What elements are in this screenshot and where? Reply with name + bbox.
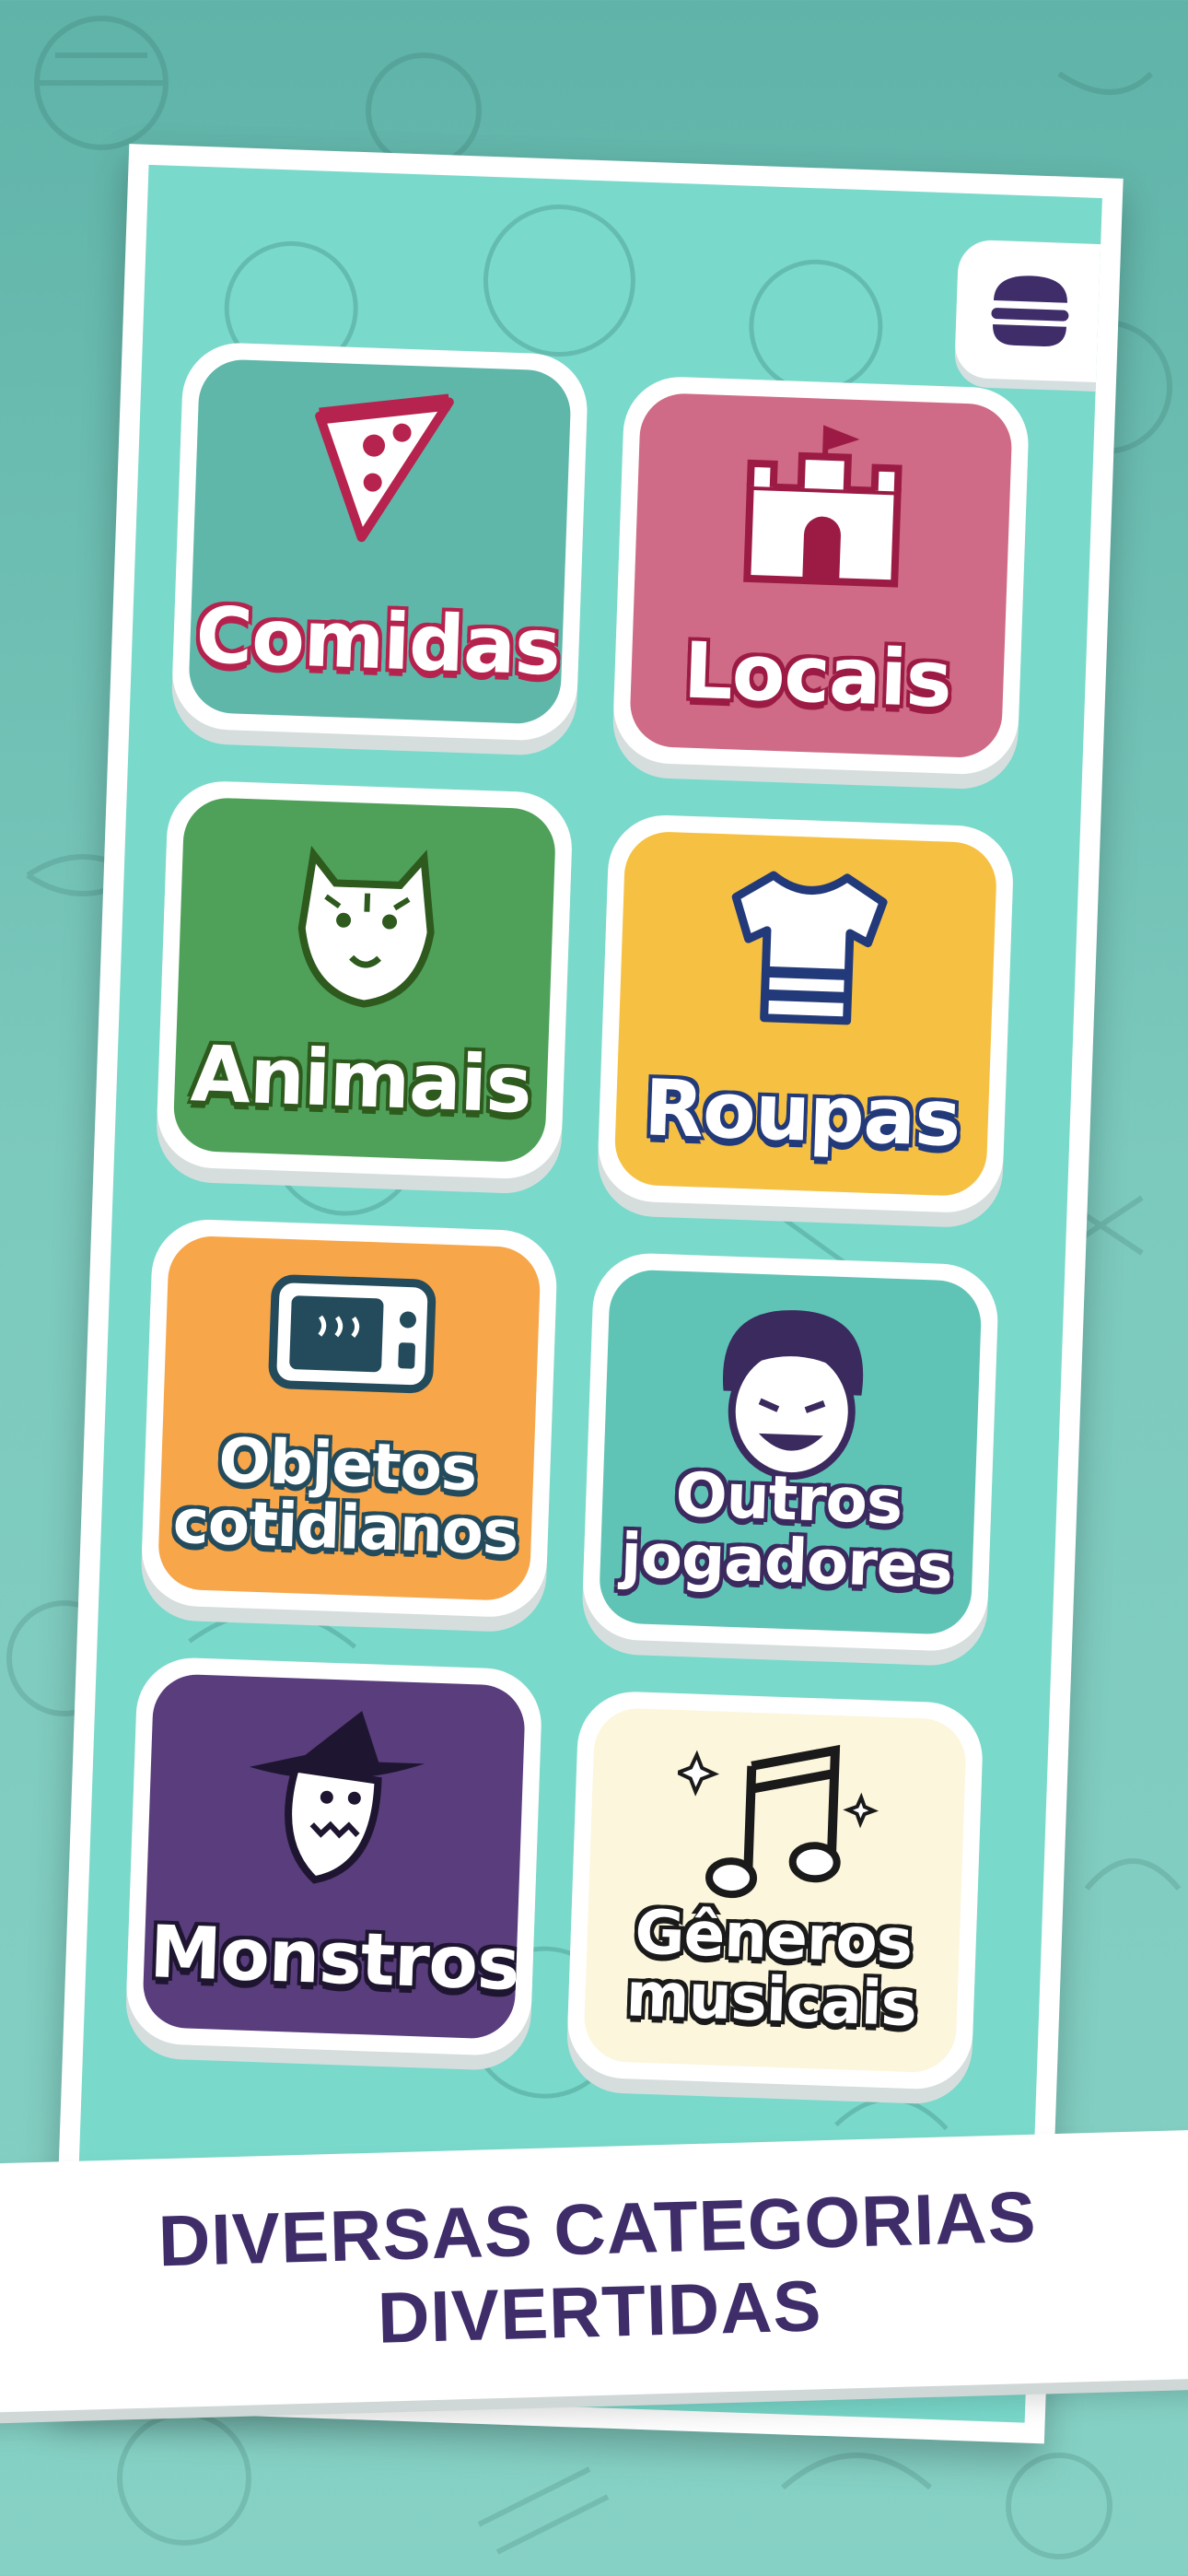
- tiger-icon: [297, 845, 435, 1008]
- category-grid: Comidas Locais Animais Roupas Objetos co…: [124, 341, 1031, 2091]
- phone-frame: Comidas Locais Animais Roupas Objetos co…: [50, 144, 1124, 2444]
- app-screen: Comidas Locais Animais Roupas Objetos co…: [71, 164, 1102, 2423]
- category-label: Locais: [681, 625, 953, 725]
- banner-line-1: DIVERSAS CATEGORIAS: [157, 2176, 1038, 2282]
- category-label: Objetos cotidianos: [171, 1424, 519, 1569]
- hamburger-icon: [991, 275, 1069, 346]
- category-card-locais[interactable]: Locais: [611, 375, 1031, 777]
- castle-icon: [743, 425, 903, 588]
- shirt-icon: [731, 871, 888, 1025]
- category-card-generos-musicais[interactable]: Gêneros musicais: [565, 1690, 984, 2091]
- menu-button[interactable]: [954, 239, 1102, 383]
- category-card-roupas[interactable]: Roupas: [596, 813, 1016, 1214]
- music-notes-icon: [672, 1744, 879, 1899]
- category-card-monstros[interactable]: Monstros: [124, 1656, 543, 2057]
- category-card-outros-jogadores[interactable]: Outros jogadores: [581, 1251, 1000, 1653]
- category-card-animais[interactable]: Animais: [155, 779, 575, 1181]
- category-label: Monstros: [148, 1911, 521, 2008]
- category-label: Gêneros musicais: [624, 1896, 918, 2040]
- category-label: Outros jogadores: [619, 1459, 954, 1602]
- category-card-objetos-cotidianos[interactable]: Objetos cotidianos: [140, 1217, 559, 1619]
- player-face-icon: [722, 1310, 864, 1481]
- witch-icon: [249, 1711, 425, 1884]
- pizza-icon: [315, 393, 454, 543]
- banner-line-2: DIVERTIDAS: [376, 2265, 823, 2359]
- promo-banner: DIVERSAS CATEGORIAS DIVERTIDAS: [0, 2128, 1188, 2414]
- category-label: Comidas: [194, 590, 562, 694]
- category-label: Animais: [189, 1028, 533, 1131]
- category-label: Roupas: [642, 1062, 962, 1165]
- microwave-icon: [268, 1274, 437, 1394]
- category-card-comidas[interactable]: Comidas: [170, 341, 589, 743]
